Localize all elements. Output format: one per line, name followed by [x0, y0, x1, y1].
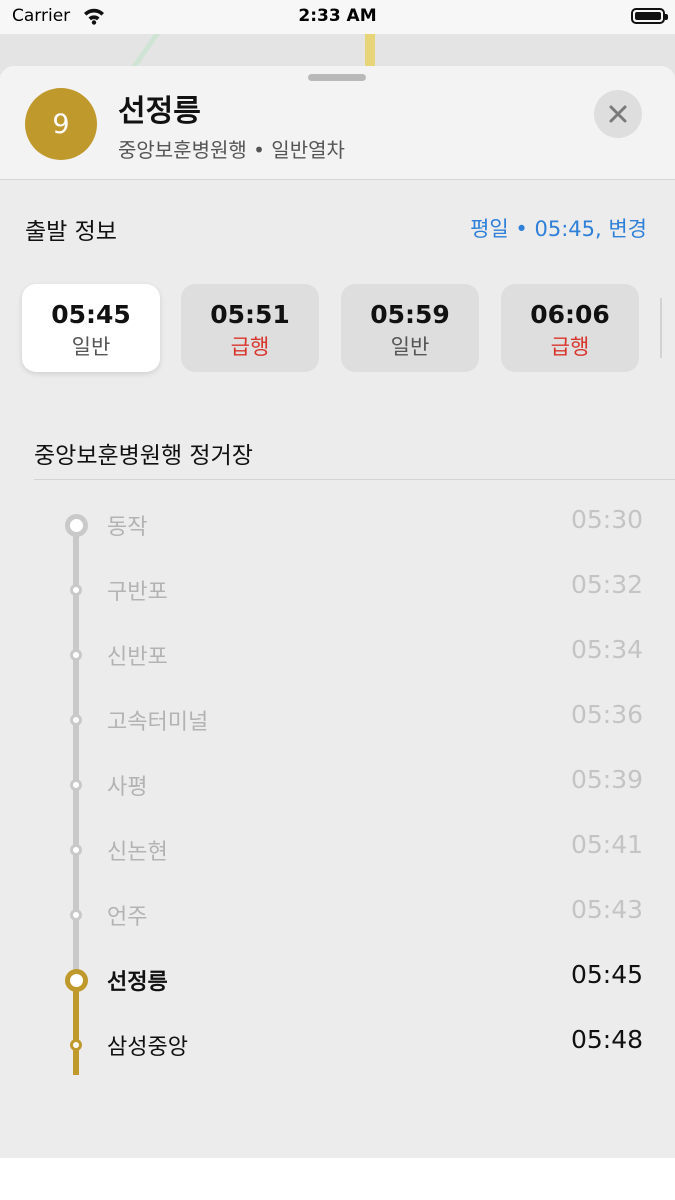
line-badge: 9: [25, 88, 97, 160]
status-bar: Carrier 2:33 AM: [0, 0, 675, 34]
departure-time-card[interactable]: 05:59 일반: [341, 284, 479, 372]
schedule-change-link[interactable]: 평일 • 05:45, 변경: [470, 213, 647, 243]
stop-time: 05:48: [570, 1025, 643, 1054]
train-type: 급행: [550, 335, 590, 359]
stops-title: 중앙보훈병원행 정거장: [34, 443, 253, 469]
stop-marker-icon: [70, 649, 82, 661]
stop-marker-icon: [65, 514, 88, 537]
departure-time: 05:51: [210, 300, 290, 329]
stop-marker-icon: [70, 584, 82, 596]
battery-icon: [631, 8, 668, 24]
stop-row[interactable]: 삼성중앙 05:48: [0, 1013, 675, 1060]
stop-row[interactable]: 신논현 05:41: [0, 818, 675, 865]
departure-time-card[interactable]: 06:06 급행: [501, 284, 639, 372]
departure-times: 05:45 일반 05:51 급행 05:59 일반 06:06 급행: [22, 284, 675, 374]
station-title: 선정릉: [118, 94, 201, 129]
stop-marker-icon: [70, 909, 82, 921]
train-type: 급행: [230, 335, 270, 359]
stop-time: 05:34: [570, 635, 643, 664]
stop-time: 05:32: [570, 570, 643, 599]
stop-row[interactable]: 사평 05:39: [0, 753, 675, 800]
stop-marker-icon: [70, 779, 82, 791]
stop-marker-icon: [70, 1039, 82, 1051]
stop-name: 고속터미널: [107, 710, 209, 735]
stop-row[interactable]: 구반포 05:32: [0, 558, 675, 605]
bottom-safe-area: [0, 1158, 675, 1200]
stop-time: 05:43: [570, 895, 643, 924]
stop-name: 선정릉: [107, 970, 168, 995]
next-card-edge: [660, 298, 662, 358]
sheet-grabber[interactable]: [308, 74, 366, 81]
stop-name: 동작: [107, 515, 148, 540]
current-stop-marker-icon: [65, 969, 88, 992]
departure-time: 06:06: [530, 300, 610, 329]
departure-time: 05:59: [370, 300, 450, 329]
stop-name: 삼성중앙: [107, 1035, 188, 1060]
stop-row-current[interactable]: 선정릉 05:45: [0, 948, 675, 995]
station-header: 9 선정릉 중앙보훈병원행 • 일반열차: [0, 66, 675, 180]
divider: [34, 479, 675, 480]
stop-marker-icon: [70, 844, 82, 856]
train-type: 일반: [71, 335, 111, 359]
stop-row[interactable]: 언주 05:43: [0, 883, 675, 930]
departure-time-card[interactable]: 05:51 급행: [181, 284, 319, 372]
stop-time: 05:30: [570, 505, 643, 534]
stop-name: 신논현: [107, 840, 168, 865]
close-icon: [609, 105, 627, 123]
stop-name: 사평: [107, 775, 148, 800]
close-button[interactable]: [594, 90, 642, 138]
station-sheet: 9 선정릉 중앙보훈병원행 • 일반열차 출발 정보 평일 • 05:45, 변…: [0, 66, 675, 1200]
clock: 2:33 AM: [298, 6, 377, 26]
stop-row[interactable]: 신반포 05:34: [0, 623, 675, 670]
stop-name: 구반포: [107, 580, 168, 605]
stop-marker-icon: [70, 714, 82, 726]
station-subtitle: 중앙보훈병원행 • 일반열차: [118, 138, 345, 162]
stop-time: 05:39: [570, 765, 643, 794]
departure-time: 05:45: [51, 300, 131, 329]
stop-name: 신반포: [107, 645, 168, 670]
departure-time-card[interactable]: 05:45 일반: [22, 284, 160, 372]
stop-row[interactable]: 동작 05:30: [0, 493, 675, 540]
stop-time: 05:45: [570, 960, 643, 989]
departure-title: 출발 정보: [25, 219, 117, 245]
train-type: 일반: [390, 335, 430, 359]
stop-row[interactable]: 고속터미널 05:36: [0, 688, 675, 735]
stop-time: 05:36: [570, 700, 643, 729]
stop-name: 언주: [107, 905, 148, 930]
stop-time: 05:41: [570, 830, 643, 859]
